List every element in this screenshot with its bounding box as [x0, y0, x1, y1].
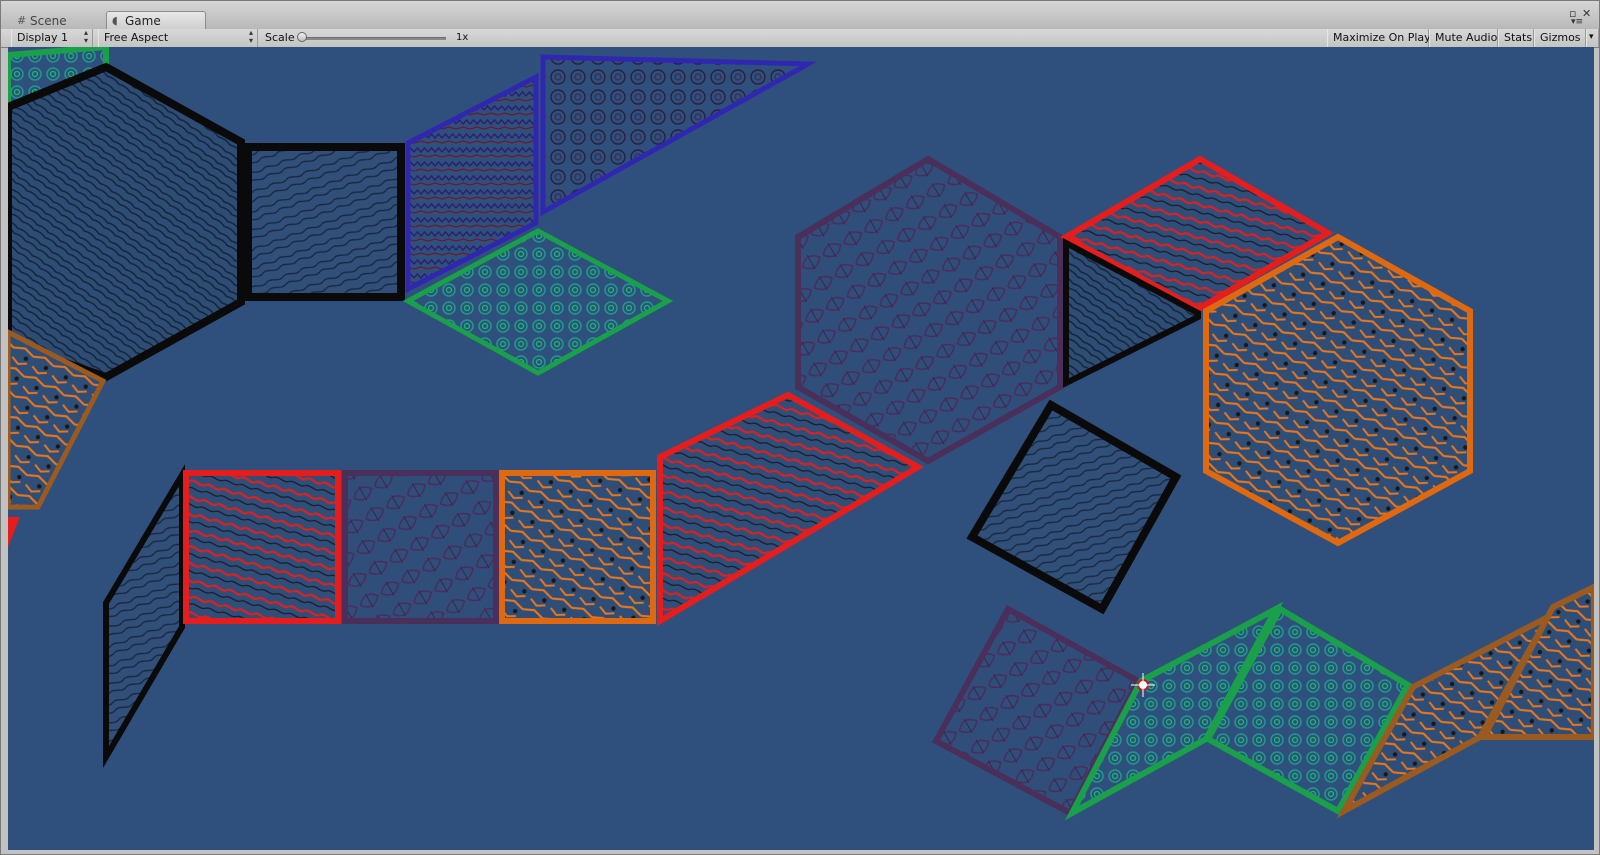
gizmos-button[interactable]: Gizmos [1534, 29, 1586, 47]
dropdown-arrows-icon: ▴ ▾ [248, 28, 253, 45]
tile-square-black-rotated [966, 399, 1182, 615]
scale-label: Scale [265, 31, 295, 44]
pacman-icon: ◖ [112, 14, 118, 27]
maximize-on-play-toggle[interactable]: Maximize On Play [1327, 29, 1431, 47]
maximize-on-play-label: Maximize On Play [1333, 31, 1431, 44]
tile-red-sliver [8, 517, 20, 547]
stats-toggle[interactable]: Stats [1498, 29, 1534, 47]
tab-scene[interactable]: # Scene [11, 11, 103, 29]
tile-hex-purple-large [795, 155, 1063, 465]
game-viewport[interactable] [8, 47, 1594, 850]
tile-hex-large-black [8, 62, 245, 382]
tab-bar: # Scene ◖ Game ▫ ✕ ▾≡ [1, 1, 1599, 30]
display-value: Display 1 [17, 31, 69, 44]
game-toolbar: Display 1 ▴ ▾ Free Aspect ▴ ▾ Scale 1x Max… [1, 29, 1599, 48]
stats-label: Stats [1504, 31, 1533, 44]
tile-rhombus-black-vertical [103, 464, 185, 769]
tile-square-purple [342, 470, 499, 624]
aspect-dropdown[interactable]: Free Aspect ▴ ▾ [98, 29, 258, 47]
tab-scene-label: Scene [30, 14, 67, 28]
game-view-window: # Scene ◖ Game ▫ ✕ ▾≡ Display 1 ▴ ▾ Free … [0, 0, 1600, 855]
gizmos-dropdown-arrow[interactable]: ▾ [1586, 29, 1599, 47]
aspect-value: Free Aspect [104, 31, 169, 44]
tile-square-orange [499, 470, 656, 624]
tile-square-red [183, 470, 341, 624]
scale-slider-thumb[interactable] [297, 32, 307, 42]
mute-audio-label: Mute Audio [1435, 31, 1498, 44]
display-dropdown[interactable]: Display 1 ▴ ▾ [11, 29, 93, 47]
tab-game[interactable]: ◖ Game [106, 11, 206, 29]
grid-icon: # [17, 14, 27, 27]
panel-menu-icon[interactable]: ▾≡ [1571, 17, 1583, 27]
close-icon[interactable]: ✕ [1582, 7, 1591, 20]
mute-audio-toggle[interactable]: Mute Audio [1429, 29, 1498, 47]
tile-square-black-top [244, 143, 405, 301]
scale-slider-track[interactable] [301, 37, 446, 40]
scale-value: 1x [456, 32, 469, 43]
gizmos-label: Gizmos [1540, 31, 1581, 44]
tab-game-label: Game [125, 14, 161, 28]
game-scene [8, 47, 1594, 821]
tile-rhombus-blue-wide [540, 54, 818, 217]
dropdown-arrows-icon: ▴ ▾ [83, 28, 88, 45]
